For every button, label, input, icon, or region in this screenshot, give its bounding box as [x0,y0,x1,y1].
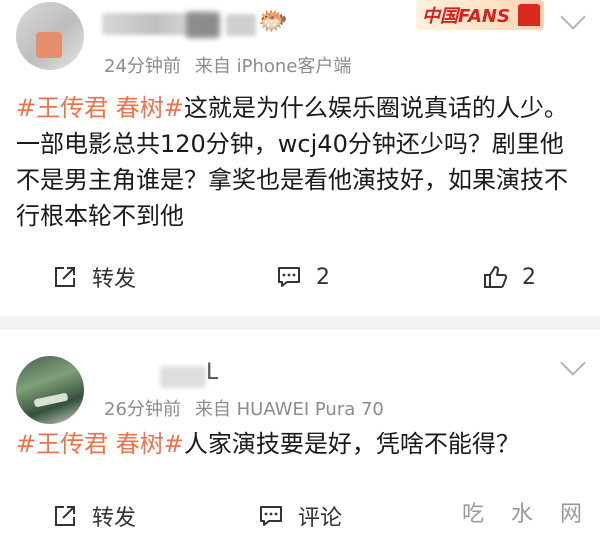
post-content: #王传君 春树#这就是为什么娱乐圈说真话的人少。一部电影总共120分钟，wcj4… [16,90,586,234]
post-text: 人家演技要是好，凭啥不能得？ [183,430,520,458]
china-fans-badge: 中国FANS [416,0,544,30]
post-time: 26分钟前 [104,399,181,420]
share-label: 转发 [92,267,137,292]
share-icon [55,267,75,287]
weibo-post-2: L 26分钟前 来自 HUAWEI Pura 70 #王传君 春树#人家演技要是好… [0,330,600,541]
comment-button[interactable]: 2 [276,257,330,297]
pufferfish-emoji-icon: 🐡 [258,7,288,35]
share-button[interactable]: 转发 [52,496,136,536]
hashtag-link[interactable]: #王传君 春树# [16,94,184,122]
like-count: 2 [522,264,536,290]
thumbs-up-icon [484,266,508,288]
post-meta: 24分钟前 来自 iPhone客户端 [104,52,351,78]
badge-label: 中国FANS [422,6,510,27]
action-bar: 转发 2 2 [0,257,600,297]
share-button[interactable]: 转发 [52,257,136,297]
username-blurred [226,14,256,36]
avatar[interactable] [16,2,84,70]
share-label: 转发 [92,506,137,531]
post-separator [0,316,600,330]
comment-label: 评论 [298,506,343,531]
avatar[interactable] [16,356,84,424]
comment-icon [278,267,300,287]
gate-icon [518,4,540,26]
comment-button[interactable]: 评论 [258,496,342,536]
comment-icon [260,506,282,526]
post-content: #王传君 春树#人家演技要是好，凭啥不能得？ [16,426,586,462]
chevron-down-icon[interactable] [560,350,586,376]
username-blurred [186,12,220,38]
post-source: 来自 HUAWEI Pura 70 [194,399,384,420]
username-blurred[interactable] [160,366,206,388]
username-tail: L [206,360,219,385]
comment-count: 2 [316,264,330,290]
chevron-down-icon[interactable] [560,4,586,30]
weibo-post-1: 🐡 中国FANS 24分钟前 来自 iPhone客户端 #王传君 春树#这就是为什… [0,0,600,316]
hashtag-link[interactable]: #王传君 春树# [16,430,184,458]
like-button[interactable]: 2 [482,257,536,297]
share-icon [55,506,75,526]
post-time: 24分钟前 [104,56,181,77]
post-source: 来自 iPhone客户端 [194,56,352,77]
site-watermark: 吃 水 网 [462,502,592,527]
post-meta: 26分钟前 来自 HUAWEI Pura 70 [104,395,384,421]
